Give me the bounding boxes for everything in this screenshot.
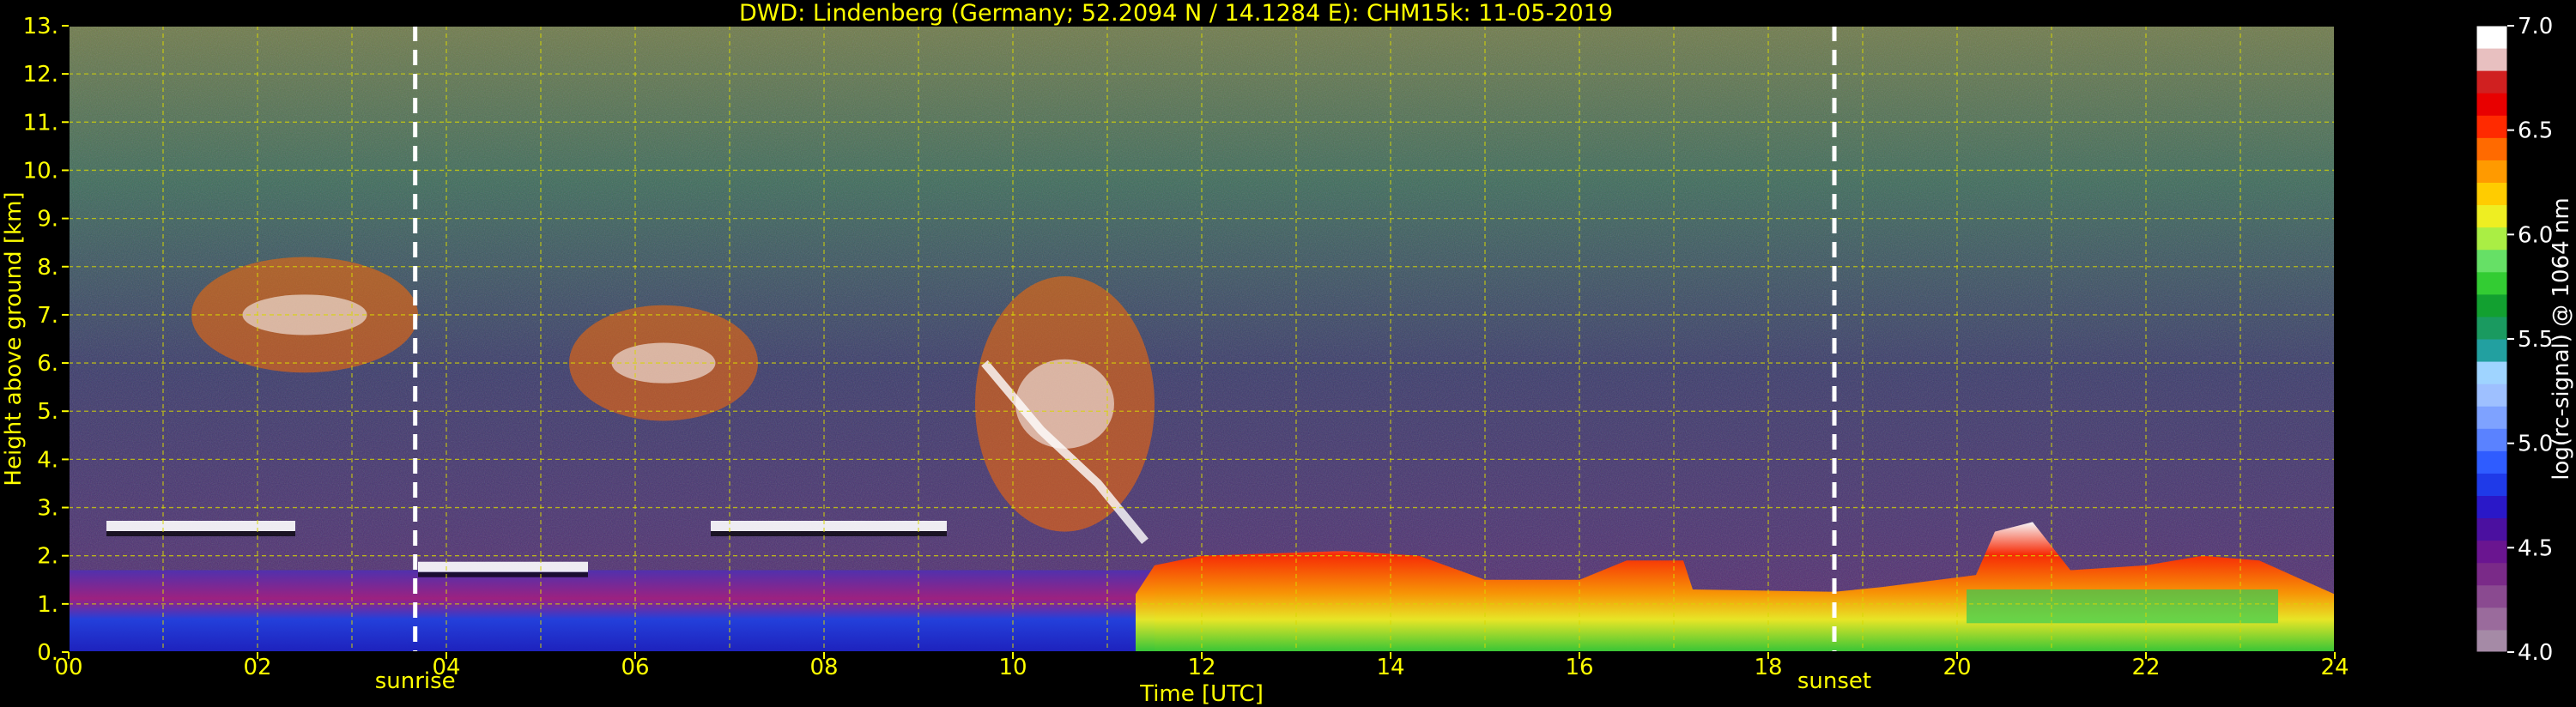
colorbar-swatch [2476,182,2507,206]
colorbar-swatch [2476,204,2507,228]
colorbar: 4.04.55.05.56.06.57.0 [2476,14,2553,666]
colorbar-swatch [2476,70,2507,94]
colorbar-swatch [2476,540,2507,564]
sunset-label: sunset [1797,668,1871,694]
y-tick-label: 8. [37,255,58,281]
colorbar-label: log(rc-signal) @ 1064 nm [2549,197,2574,480]
colorbar-swatch [2476,384,2507,407]
colorbar-swatch [2476,26,2507,49]
x-tick-label: 04 [432,655,460,680]
colorbar-swatch [2476,450,2507,474]
y-tick-label: 9. [37,207,58,233]
colorbar-swatch [2476,607,2507,631]
colorbar-swatch [2476,293,2507,317]
x-tick-label: 20 [1943,655,1971,680]
x-tick-label: 14 [1376,655,1404,680]
y-tick-label: 2. [37,544,58,570]
colorbar-swatch [2476,339,2507,362]
x-tick-label: 06 [621,655,649,680]
y-tick-label: 13. [23,14,58,39]
y-axis-label: Height above ground [km] [1,191,27,486]
colorbar-swatch [2476,584,2507,608]
y-tick-label: 10. [23,158,58,184]
y-tick-label: 0. [37,640,58,666]
x-tick-label: 10 [998,655,1027,680]
low-cloud-shadow-2 [711,531,947,536]
colorbar-swatch [2476,473,2507,496]
cirrus-core-3 [1015,359,1114,449]
chart-title: DWD: Lindenberg (Germany; 52.2094 N / 14… [739,0,1613,27]
colorbar-swatch [2476,271,2507,295]
colorbar-tick-label: 4.0 [2518,640,2553,666]
x-tick-label: 12 [1187,655,1215,680]
colorbar-swatch [2476,227,2507,251]
low-cloud-shadow-3 [418,571,588,577]
low-cloud-3 [418,561,588,572]
x-tick-label: 18 [1754,655,1782,680]
x-tick-label: 24 [2320,655,2349,680]
colorbar-swatch [2476,361,2507,384]
y-tick-label: 12. [23,62,58,88]
colorbar-swatch [2476,517,2507,541]
y-tick-label: 6. [37,351,58,377]
x-tick-label: 00 [54,655,82,680]
colorbar-swatch [2476,137,2507,160]
x-tick-label: 02 [243,655,271,680]
colorbar-tick-label: 4.5 [2518,535,2553,561]
x-tick-label: 16 [1565,655,1593,680]
low-cloud-2 [711,521,947,531]
low-cloud-1 [106,521,295,531]
colorbar-swatch [2476,115,2507,138]
colorbar-swatch [2476,495,2507,519]
y-tick-label: 3. [37,496,58,522]
y-tick-label: 7. [37,303,58,329]
x-tick-label: 22 [2131,655,2160,680]
y-tick-label: 4. [37,447,58,473]
y-tick-label: 1. [37,592,58,618]
low-cloud-shadow-1 [106,531,295,536]
colorbar-swatch [2476,93,2507,116]
colorbar-swatch [2476,406,2507,429]
ceilometer-chart: sunrise sunset 00 02 04 06 08 10 12 14 16 18 20 22 24… [1,0,2574,707]
colorbar-tick-label: 7.0 [2518,14,2553,39]
colorbar-swatch [2476,48,2507,71]
x-tick-label: 08 [809,655,838,680]
y-tick-label: 11. [23,110,58,136]
colorbar-swatch [2476,316,2507,340]
colorbar-swatch [2476,629,2507,653]
night-boundary-layer [69,570,1155,652]
colorbar-swatch [2476,160,2507,183]
colorbar-swatch [2476,428,2507,451]
colorbar-tick-label: 6.5 [2518,118,2553,144]
x-axis-label: Time [UTC] [1139,681,1264,707]
evening-aerosol-layer [1967,589,2278,624]
colorbar-swatch [2476,562,2507,586]
colorbar-swatch [2476,249,2507,273]
y-tick-label: 5. [37,399,58,425]
